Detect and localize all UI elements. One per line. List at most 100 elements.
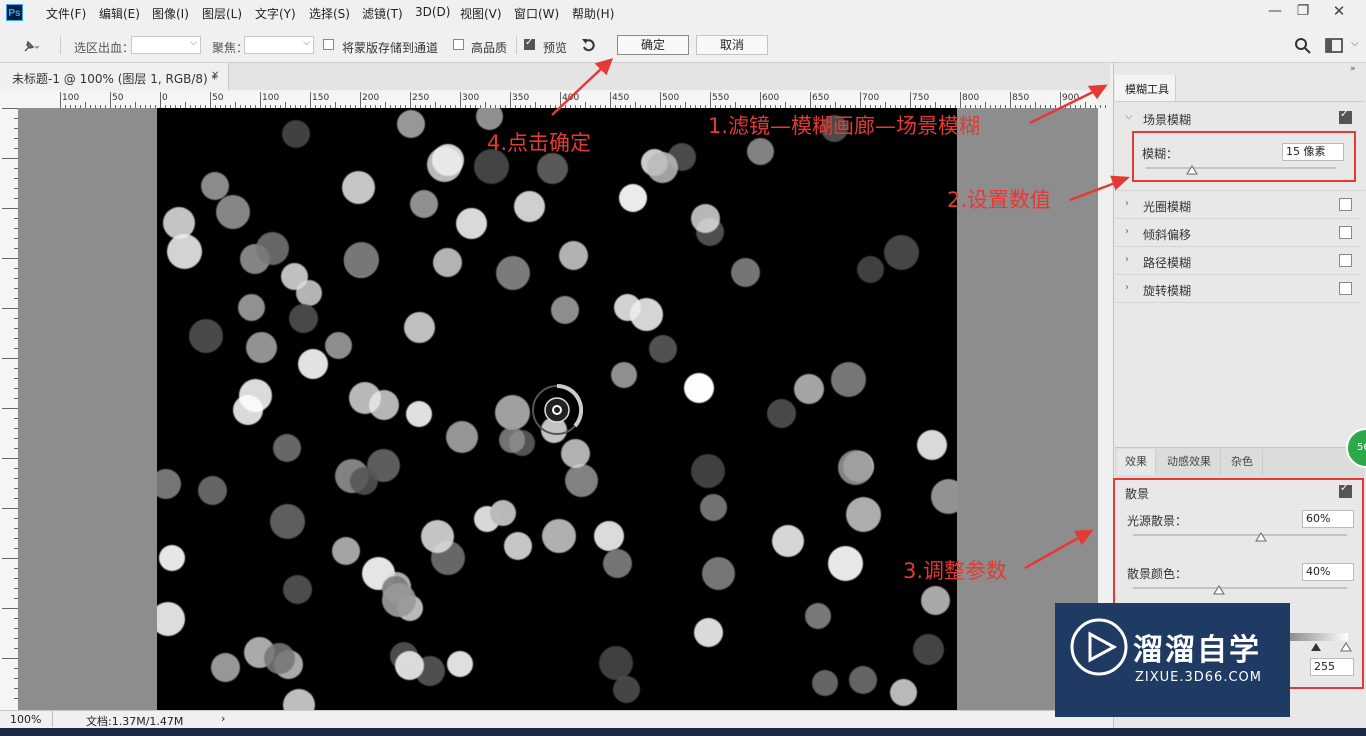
minimize-button[interactable]: — bbox=[1261, 0, 1289, 22]
close-icon[interactable]: ✕ bbox=[211, 70, 219, 81]
bokeh-light bbox=[828, 546, 863, 581]
menu-view[interactable]: 视图(V) bbox=[460, 5, 502, 22]
horizontal-ruler[interactable]: 100 50 0 50 100 150 200 250 300 350 400 450 500 550 60… bbox=[18, 91, 1106, 109]
chevron-down-icon[interactable]: ⌵ bbox=[1125, 111, 1133, 122]
save-mask-checkbox[interactable] bbox=[323, 39, 334, 50]
ruler-tick bbox=[2, 458, 18, 459]
bokeh-light bbox=[427, 147, 462, 182]
menu-type[interactable]: 文字(Y) bbox=[255, 5, 296, 22]
ruler-tick bbox=[610, 92, 611, 108]
tab-effects[interactable]: 效果 bbox=[1117, 449, 1156, 475]
ruler-tick bbox=[2, 358, 18, 359]
menu-file[interactable]: 文件(F) bbox=[46, 5, 86, 22]
bokeh-light bbox=[849, 666, 877, 694]
collapse-icon[interactable]: » bbox=[1350, 64, 1356, 74]
path-blur-row[interactable]: › 路径模糊 bbox=[1115, 247, 1360, 275]
bokeh-light bbox=[270, 504, 305, 539]
bokeh-light bbox=[649, 335, 677, 363]
menu-3d[interactable]: 3D(D) bbox=[415, 5, 450, 19]
zoom-level[interactable]: 100% bbox=[10, 713, 41, 726]
bokeh-light bbox=[456, 208, 487, 239]
menu-window[interactable]: 窗口(W) bbox=[514, 5, 559, 22]
menu-select[interactable]: 选择(S) bbox=[309, 5, 350, 22]
tab-motion-effects[interactable]: 动感效果 bbox=[1158, 449, 1221, 475]
vertical-ruler[interactable] bbox=[0, 108, 19, 710]
restore-button[interactable]: ❐ bbox=[1289, 0, 1317, 22]
high-quality-checkbox[interactable] bbox=[453, 39, 464, 50]
tab-noise[interactable]: 杂色 bbox=[1222, 449, 1263, 475]
bokeh-light bbox=[159, 545, 185, 571]
document-tab-title: 未标题-1 @ 100% (图层 1, RGB/8) * bbox=[12, 72, 218, 86]
ruler-label: 300 bbox=[462, 93, 480, 103]
blur-pin-icon[interactable] bbox=[531, 383, 584, 436]
document-info: 文档:1.37M/1.47M bbox=[86, 715, 184, 728]
chevron-down-icon[interactable]: ⌵ bbox=[1351, 38, 1359, 49]
iris-blur-row[interactable]: › 光圈模糊 bbox=[1115, 191, 1360, 219]
tilt-shift-label: 倾斜偏移 bbox=[1143, 228, 1192, 242]
tilt-shift-row[interactable]: › 倾斜偏移 bbox=[1115, 219, 1360, 247]
menu-image[interactable]: 图像(I) bbox=[152, 5, 189, 22]
ruler-label: 200 bbox=[362, 93, 380, 103]
bokeh-light bbox=[702, 557, 735, 590]
bokeh-light bbox=[406, 401, 432, 427]
bokeh-light bbox=[890, 679, 917, 706]
tilt-shift-checkbox[interactable] bbox=[1339, 226, 1352, 239]
bokeh-light bbox=[691, 204, 720, 233]
bokeh-light bbox=[542, 519, 576, 553]
watermark-brand: 溜溜自学 bbox=[1133, 633, 1261, 668]
tab-blur-tools[interactable]: 模糊工具 bbox=[1115, 75, 1176, 101]
divider bbox=[52, 711, 53, 727]
focus-select[interactable]: ⌵ bbox=[244, 36, 314, 54]
ruler-corner bbox=[0, 91, 18, 108]
menu-help[interactable]: 帮助(H) bbox=[572, 5, 614, 22]
chevron-right-icon[interactable]: › bbox=[221, 712, 225, 725]
path-blur-checkbox[interactable] bbox=[1339, 254, 1352, 267]
menu-layer[interactable]: 图层(L) bbox=[202, 5, 242, 22]
search-icon[interactable] bbox=[1294, 37, 1312, 55]
document-tab[interactable]: 未标题-1 @ 100% (图层 1, RGB/8) * ✕ bbox=[0, 63, 229, 90]
cancel-button[interactable]: 取消 bbox=[696, 35, 768, 55]
ruler-tick bbox=[260, 92, 261, 108]
ruler-tick bbox=[2, 508, 18, 509]
selection-bleed-label: 选区出血： bbox=[74, 41, 135, 55]
bokeh-light bbox=[421, 520, 454, 553]
bokeh-light bbox=[504, 532, 532, 560]
bokeh-light bbox=[238, 294, 265, 321]
ruler-tick bbox=[310, 92, 311, 108]
reset-icon[interactable] bbox=[579, 36, 599, 54]
bokeh-light bbox=[239, 379, 272, 412]
iris-blur-checkbox[interactable] bbox=[1339, 198, 1352, 211]
menu-filter[interactable]: 滤镜(T) bbox=[362, 5, 403, 22]
ruler-tick bbox=[1105, 105, 1106, 108]
selection-bleed-select[interactable]: ⌵ bbox=[131, 36, 201, 54]
ruler-label: 150 bbox=[312, 93, 330, 103]
workspace-icon[interactable] bbox=[1325, 38, 1343, 54]
ruler-label: 50 bbox=[112, 93, 124, 103]
ruler-label: 0 bbox=[162, 93, 168, 103]
menu-edit[interactable]: 编辑(E) bbox=[99, 5, 140, 22]
ok-button[interactable]: 确定 bbox=[617, 35, 689, 55]
spin-blur-row[interactable]: › 旋转模糊 bbox=[1115, 275, 1360, 303]
bokeh-light bbox=[684, 373, 714, 403]
bokeh-light bbox=[794, 374, 824, 404]
bokeh-light bbox=[913, 634, 944, 665]
ruler-tick bbox=[410, 92, 411, 108]
bokeh-light bbox=[747, 138, 774, 165]
field-blur-checkbox[interactable] bbox=[1339, 109, 1352, 124]
watermark: 溜溜自学 ZIXUE.3D66.COM bbox=[1055, 603, 1290, 717]
bokeh-light bbox=[495, 395, 530, 430]
ruler-tick bbox=[210, 92, 211, 108]
ruler-label: 800 bbox=[962, 93, 980, 103]
spin-blur-checkbox[interactable] bbox=[1339, 282, 1352, 295]
bokeh-light bbox=[289, 304, 318, 333]
close-button[interactable]: ✕ bbox=[1325, 0, 1353, 22]
chevron-down-icon: ⌵ bbox=[303, 38, 310, 48]
bokeh-light bbox=[490, 500, 516, 526]
annotation-step2: 2.设置数值 bbox=[947, 188, 1052, 212]
bokeh-light bbox=[342, 171, 375, 204]
pin-tool-icon[interactable] bbox=[20, 37, 42, 55]
ruler-label: 350 bbox=[512, 93, 530, 103]
preview-checkbox[interactable] bbox=[524, 37, 535, 50]
bokeh-light bbox=[603, 549, 632, 578]
bokeh-light bbox=[198, 476, 227, 505]
